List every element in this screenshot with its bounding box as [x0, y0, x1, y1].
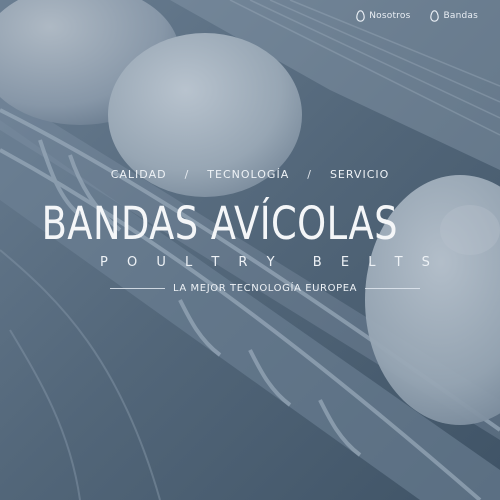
subtitle-letter: B	[312, 255, 322, 270]
nav-item-bandas[interactable]: Bandas	[430, 10, 478, 22]
tagline-separator: /	[184, 168, 190, 181]
subtitle-letter: T	[394, 255, 403, 270]
subtitle-letter: O	[126, 255, 138, 270]
subtitle-letter: P	[100, 255, 108, 270]
hero-tagline: CALIDAD / TECNOLOGÍA / SERVICIO	[0, 168, 500, 181]
tagline-item: CALIDAD	[110, 168, 167, 181]
subtitle-letter: T	[211, 255, 220, 270]
egg-icon	[356, 10, 366, 22]
nav-label: Nosotros	[369, 11, 411, 21]
hero-title: BANDAS AVÍCOLAS	[41, 197, 398, 250]
subtitle-letter: Y	[266, 255, 275, 270]
subtitle-letter: R	[238, 255, 248, 270]
tagline-item: SERVICIO	[329, 168, 390, 181]
hero-background	[0, 0, 500, 500]
subtitle-letter: E	[340, 255, 350, 270]
subtitle-letter: L	[368, 255, 376, 270]
divider	[365, 288, 420, 289]
subtitle-letter: U	[156, 255, 166, 270]
hero-motto: LA MEJOR TECNOLOGÍA EUROPEA	[110, 283, 420, 294]
nav-label: Bandas	[443, 11, 478, 21]
motto-text: LA MEJOR TECNOLOGÍA EUROPEA	[172, 283, 358, 294]
subtitle-letter: S	[421, 255, 430, 270]
nav-item-nosotros[interactable]: Nosotros	[356, 10, 410, 22]
tagline-separator: /	[307, 168, 312, 181]
top-nav: Nosotros Bandas	[356, 10, 478, 22]
hero-subtitle: P O U L T R Y B E L T S	[100, 255, 430, 270]
divider	[110, 288, 165, 289]
egg-icon	[430, 10, 440, 22]
tagline-item: TECNOLOGÍA	[207, 168, 290, 181]
subtitle-letter: L	[184, 255, 193, 270]
